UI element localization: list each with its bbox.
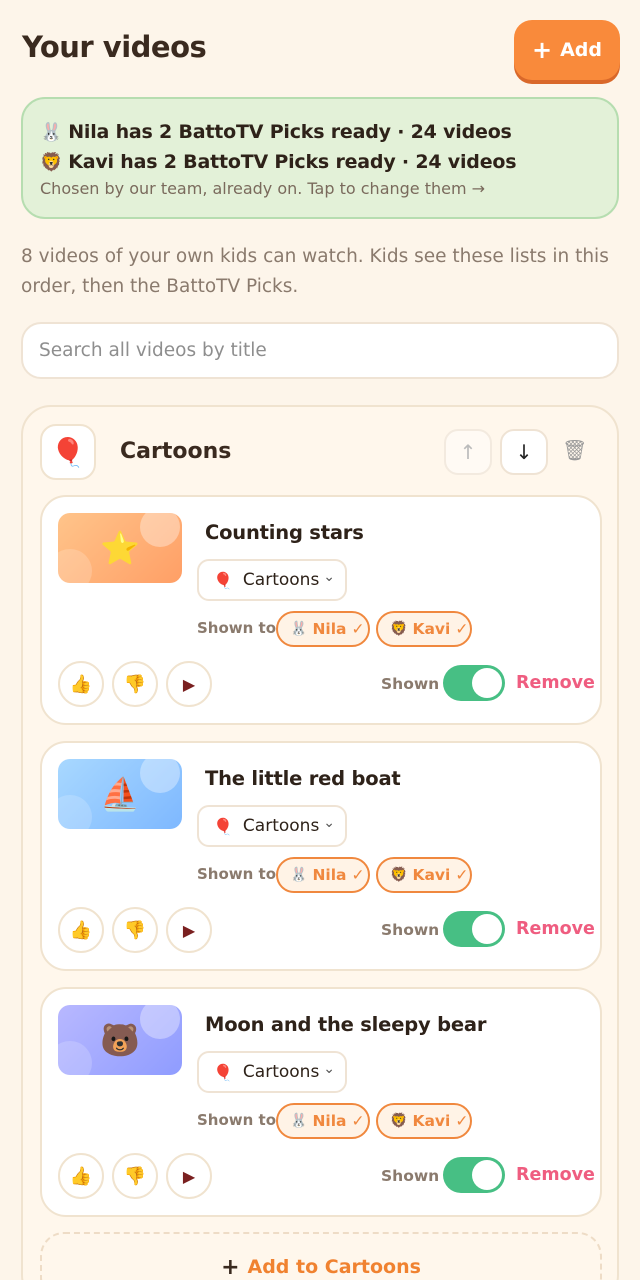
add-video-button[interactable]: + Add xyxy=(514,20,620,80)
kid-toggle-nila[interactable]: 🐰 Nila ✓ xyxy=(276,857,370,893)
list-card-cartoons: 🎈 Cartoons ↑ ↓ 🗑 ⭐ Counting stars 🎈 Cart… xyxy=(21,405,619,1280)
chevron-down-icon: ⌄ xyxy=(323,569,335,585)
balloon-icon: 🎈 xyxy=(213,570,233,590)
check-icon: ✓ xyxy=(455,866,469,884)
kid-toggle-kavi[interactable]: 🦁 Kavi ✓ xyxy=(376,857,472,893)
header: Your videos + Add xyxy=(22,20,620,82)
remove-button[interactable]: Remove xyxy=(516,1165,595,1185)
trash-icon[interactable]: 🗑 xyxy=(562,438,587,462)
toggle-knob xyxy=(472,1160,502,1190)
chevron-down-icon: ⌄ xyxy=(323,1061,335,1077)
move-down-button[interactable]: ↓ xyxy=(500,429,548,475)
category-value: Cartoons xyxy=(242,816,320,836)
kid-name: Kavi xyxy=(412,866,451,884)
bunny-icon: 🐰 xyxy=(290,867,308,883)
move-up-button[interactable]: ↑ xyxy=(444,429,492,475)
shown-label: Shown xyxy=(381,675,440,693)
category-value: Cartoons xyxy=(242,1062,320,1082)
lion-icon: 🦁 xyxy=(40,151,63,173)
star-icon: ⭐ xyxy=(100,529,140,567)
search-input[interactable] xyxy=(21,322,619,379)
pick-line-text: Kavi has 2 BattoTV Picks ready · 24 vide… xyxy=(68,151,517,173)
plus-icon: + xyxy=(531,36,553,64)
shown-toggle[interactable] xyxy=(443,911,505,947)
check-icon: ✓ xyxy=(351,866,365,884)
kid-name: Kavi xyxy=(412,620,451,638)
bunny-icon: 🐰 xyxy=(290,621,308,637)
thumbs-up-icon[interactable]: 👍 xyxy=(58,661,104,707)
thumbs-up-icon[interactable]: 👍 xyxy=(58,907,104,953)
add-to-list-label: Add to Cartoons xyxy=(247,1256,421,1278)
kid-name: Nila xyxy=(312,866,347,884)
kid-name: Kavi xyxy=(412,1112,451,1130)
balloon-icon: 🎈 xyxy=(213,816,233,836)
flag-icon[interactable]: ▶ xyxy=(166,907,212,953)
check-icon: ✓ xyxy=(455,1112,469,1130)
flag-icon[interactable]: ▶ xyxy=(166,661,212,707)
check-icon: ✓ xyxy=(351,620,365,638)
balloon-icon[interactable]: 🎈 xyxy=(40,424,96,480)
video-title: Moon and the sleepy bear xyxy=(205,1013,487,1036)
thumbs-down-icon[interactable]: 👎 xyxy=(112,661,158,707)
picks-subtext: Chosen by our team, already on. Tap to c… xyxy=(40,179,486,198)
category-select[interactable]: 🎈 Cartoons ⌄ xyxy=(197,1051,347,1093)
lion-icon: 🦁 xyxy=(390,1113,408,1129)
thumbs-down-icon[interactable]: 👎 xyxy=(112,907,158,953)
category-select[interactable]: 🎈 Cartoons ⌄ xyxy=(197,805,347,847)
remove-button[interactable]: Remove xyxy=(516,673,595,693)
intro-text: 8 videos of your own kids can watch. Kid… xyxy=(21,246,609,297)
kid-toggle-nila[interactable]: 🐰 Nila ✓ xyxy=(276,611,370,647)
kid-toggle-kavi[interactable]: 🦁 Kavi ✓ xyxy=(376,611,472,647)
pick-line-kavi: 🦁 Kavi has 2 BattoTV Picks ready · 24 vi… xyxy=(40,147,601,177)
shown-to-label: Shown to xyxy=(197,865,277,883)
lion-icon: 🦁 xyxy=(390,621,408,637)
list-header: 🎈 Cartoons ↑ ↓ 🗑 xyxy=(40,424,600,482)
add-to-list-button[interactable]: + Add to Cartoons xyxy=(40,1232,602,1280)
bunny-icon: 🐰 xyxy=(40,121,63,143)
video-thumbnail[interactable]: ⛵ xyxy=(58,759,182,829)
plus-icon: + xyxy=(221,1254,240,1280)
list-title: Cartoons xyxy=(120,439,232,464)
flag-icon[interactable]: ▶ xyxy=(166,1153,212,1199)
add-button-label: Add xyxy=(560,39,602,61)
shown-toggle[interactable] xyxy=(443,665,505,701)
lion-icon: 🦁 xyxy=(390,867,408,883)
remove-button[interactable]: Remove xyxy=(516,919,595,939)
sailboat-icon: ⛵ xyxy=(100,775,140,813)
thumbs-up-icon[interactable]: 👍 xyxy=(58,1153,104,1199)
video-thumbnail[interactable]: ⭐ xyxy=(58,513,182,583)
video-card: ⛵ The little red boat 🎈 Cartoons ⌄ Shown… xyxy=(40,741,602,971)
kid-toggle-nila[interactable]: 🐰 Nila ✓ xyxy=(276,1103,370,1139)
shown-toggle[interactable] xyxy=(443,1157,505,1193)
thumbs-down-icon[interactable]: 👎 xyxy=(112,1153,158,1199)
shown-to-label: Shown to xyxy=(197,1111,277,1129)
page-title: Your videos xyxy=(22,30,207,64)
video-card: ⭐ Counting stars 🎈 Cartoons ⌄ Shown to 🐰… xyxy=(40,495,602,725)
check-icon: ✓ xyxy=(455,620,469,638)
bear-icon: 🐻 xyxy=(100,1021,140,1059)
balloon-icon: 🎈 xyxy=(213,1062,233,1082)
pick-line-text: Nila has 2 BattoTV Picks ready · 24 vide… xyxy=(68,121,512,143)
category-select[interactable]: 🎈 Cartoons ⌄ xyxy=(197,559,347,601)
kid-name: Nila xyxy=(312,1112,347,1130)
picks-banner[interactable]: 🐰 Nila has 2 BattoTV Picks ready · 24 vi… xyxy=(21,97,619,219)
shown-label: Shown xyxy=(381,1167,440,1185)
bunny-icon: 🐰 xyxy=(290,1113,308,1129)
video-title: Counting stars xyxy=(205,521,364,544)
chevron-down-icon: ⌄ xyxy=(323,815,335,831)
toggle-knob xyxy=(472,668,502,698)
video-card: 🐻 Moon and the sleepy bear 🎈 Cartoons ⌄ … xyxy=(40,987,602,1217)
category-value: Cartoons xyxy=(242,570,320,590)
video-title: The little red boat xyxy=(205,767,401,790)
kid-name: Nila xyxy=(312,620,347,638)
shown-to-label: Shown to xyxy=(197,619,277,637)
toggle-knob xyxy=(472,914,502,944)
video-thumbnail[interactable]: 🐻 xyxy=(58,1005,182,1075)
kid-toggle-kavi[interactable]: 🦁 Kavi ✓ xyxy=(376,1103,472,1139)
check-icon: ✓ xyxy=(351,1112,365,1130)
pick-line-nila: 🐰 Nila has 2 BattoTV Picks ready · 24 vi… xyxy=(40,117,601,147)
shown-label: Shown xyxy=(381,921,440,939)
